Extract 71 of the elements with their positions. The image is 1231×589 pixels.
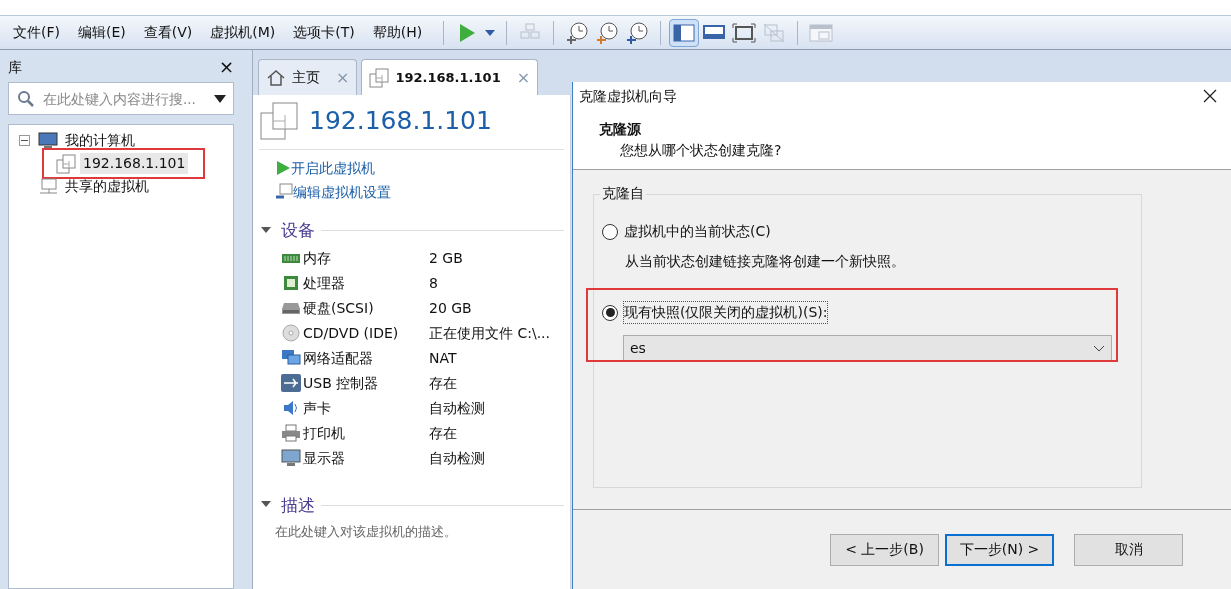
caret-icon: [485, 29, 496, 36]
vm-icon: [369, 67, 390, 88]
device-value: NAT: [429, 348, 457, 368]
play-icon: [458, 22, 477, 43]
tab[interactable]: 主页 ×: [258, 59, 358, 95]
menu-item[interactable]: 文件(F): [8, 22, 65, 43]
device-name[interactable]: 声卡: [303, 397, 429, 419]
device-value: 20 GB: [429, 298, 472, 318]
search-field[interactable]: 在此处键入内容进行搜...: [8, 82, 234, 115]
device-value: 自动检测: [429, 398, 485, 418]
device-value: 存在: [429, 423, 457, 443]
device-name[interactable]: 显示器: [303, 447, 429, 469]
wizard-button[interactable]: 下一步(N) >: [945, 533, 1054, 566]
radio-button[interactable]: [602, 304, 618, 321]
menu-item[interactable]: 帮助(H): [367, 22, 428, 43]
tree-item[interactable]: 我的计算机: [62, 130, 138, 151]
home-icon: [266, 68, 286, 87]
chip-icon: [281, 275, 301, 291]
caret-icon[interactable]: [214, 95, 226, 103]
menu-item[interactable]: 编辑(E): [73, 22, 131, 43]
device-name[interactable]: CD/DVD (IDE): [303, 322, 429, 344]
collapse-arrow-icon[interactable]: [261, 226, 273, 235]
device-name[interactable]: 处理器: [303, 272, 429, 294]
tree-item[interactable]: 192.168.1.101: [80, 153, 189, 174]
tree-item[interactable]: 共享的虚拟机: [62, 176, 152, 197]
wizard-button[interactable]: < 上一步(B): [830, 533, 939, 566]
sidebar-view-button[interactable]: [669, 18, 700, 47]
disc-icon: [281, 324, 301, 342]
tab[interactable]: 192.168.1.101 ×: [361, 59, 539, 95]
device-value: 存在: [429, 373, 457, 393]
device-name[interactable]: 内存: [303, 247, 429, 269]
device-name[interactable]: 硬盘(SCSI): [303, 297, 429, 319]
action-link[interactable]: 开启此虚拟机: [291, 157, 375, 179]
action-link[interactable]: 编辑虚拟机设置: [293, 181, 391, 203]
vm-icon: [56, 153, 76, 174]
close-button[interactable]: ×: [218, 58, 234, 76]
device-value: 2 GB: [429, 248, 463, 268]
device-value: 自动检测: [429, 448, 485, 468]
monitor-icon: [281, 449, 301, 467]
dialog-title: 克隆虚拟机向导: [579, 86, 677, 106]
panel-title: 库: [8, 57, 22, 77]
close-button[interactable]: [1203, 89, 1217, 103]
description-text[interactable]: 在此处键入对该虚拟机的描述。: [259, 522, 564, 542]
device-name[interactable]: 打印机: [303, 422, 429, 444]
computer-icon: [38, 131, 58, 150]
radio-label[interactable]: 虚拟机中的当前状态(C): [624, 221, 771, 242]
wizard-subheading: 您想从哪个状态创建克隆?: [619, 141, 783, 160]
device-value: 8: [429, 273, 438, 293]
vm-title: 192.168.1.101: [309, 105, 492, 138]
radio-button[interactable]: [602, 223, 618, 240]
menu-item[interactable]: 虚拟机(M): [205, 22, 281, 43]
device-name[interactable]: 网络适配器: [303, 347, 429, 369]
section-title: 描述: [281, 493, 315, 517]
radio-label[interactable]: 现有快照(仅限关闭的虚拟机)(S):: [624, 302, 828, 323]
snapshot-dropdown[interactable]: es: [623, 335, 1112, 361]
chevron-down-icon: [1093, 344, 1105, 352]
search-icon: [17, 90, 35, 108]
wizard-heading: 克隆源: [599, 120, 642, 139]
play-icon: [275, 160, 291, 176]
wizard-button[interactable]: 取消: [1074, 533, 1183, 566]
collapse-toggle[interactable]: [19, 135, 30, 146]
menu-item[interactable]: 选项卡(T): [288, 22, 360, 43]
menu-item[interactable]: 查看(V): [138, 22, 198, 43]
shared-computer-icon: [38, 177, 58, 196]
option-note: 从当前状态创建链接克隆将创建一个新快照。: [624, 252, 906, 271]
vm-large-icon: [259, 101, 299, 141]
network-icon: [281, 349, 301, 367]
device-name[interactable]: USB 控制器: [303, 372, 429, 394]
device-value: 正在使用文件 C:\...: [429, 323, 550, 343]
section-title: 设备: [281, 219, 315, 242]
printer-icon: [281, 424, 301, 442]
